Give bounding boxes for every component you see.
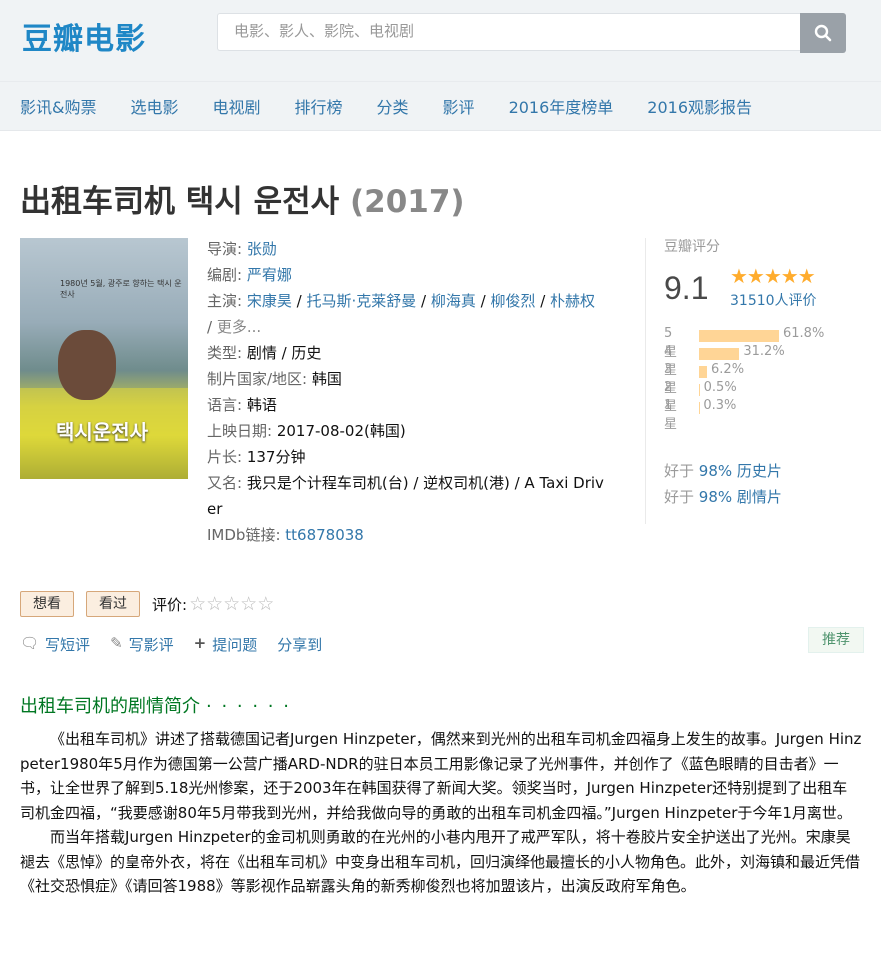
genre-value: 剧情 / 历史 bbox=[246, 344, 322, 362]
director-link[interactable]: 张勋 bbox=[247, 240, 277, 258]
pencil-icon: ✎ bbox=[110, 634, 123, 652]
cast-link[interactable]: 宋康昊 bbox=[247, 292, 292, 310]
summary-paragraph: 而当年搭载Jurgen Hinzpeter的金司机则勇敢的在光州的小巷内甩开了戒… bbox=[20, 828, 861, 895]
nav-reviews[interactable]: 影评 bbox=[443, 94, 475, 118]
country-row: 制片国家/地区: 韩国 bbox=[207, 370, 342, 388]
nav-tv[interactable]: 电视剧 bbox=[213, 94, 261, 118]
cast-link[interactable]: 柳俊烈 bbox=[490, 292, 535, 310]
plus-icon: + bbox=[193, 634, 207, 652]
imdb-link[interactable]: tt6878038 bbox=[285, 526, 364, 544]
director-row: 导演: 张勋 bbox=[207, 240, 277, 258]
rating-bar bbox=[699, 330, 779, 342]
release-row: 上映日期: 2017-08-02(韩国) bbox=[207, 422, 406, 440]
rating-score: 9.1 bbox=[664, 270, 709, 306]
aka-row-cont: er bbox=[207, 496, 627, 522]
rating-percent: 6.2% bbox=[711, 362, 745, 377]
aka-value-cont: er bbox=[207, 500, 223, 518]
nav-chart[interactable]: 排行榜 bbox=[295, 94, 343, 118]
writer-link[interactable]: 严宥娜 bbox=[247, 266, 292, 284]
plot-summary: 《出租车司机》讲述了搭载德国记者Jurgen Hinzpeter，偶然来到光州的… bbox=[20, 727, 862, 899]
runtime-value: 137分钟 bbox=[246, 448, 306, 466]
rating-percent: 0.5% bbox=[703, 380, 737, 395]
cast-more-row: / 更多... bbox=[207, 318, 262, 336]
douban-movie-logo[interactable]: 豆瓣电影 bbox=[22, 14, 146, 58]
release-value: 2017-08-02(韩国) bbox=[276, 422, 406, 440]
movie-title: 出租车司机 택시 운전사 bbox=[20, 184, 340, 220]
seen-button[interactable]: 看过 bbox=[86, 591, 140, 617]
aka-value: 我只是个计程车司机(台) / 逆权司机(港) / A Taxi Driv bbox=[246, 474, 604, 492]
rating-star-label: 1星 bbox=[664, 398, 678, 432]
recommend-button[interactable]: 推荐 bbox=[808, 627, 864, 653]
nav-explore[interactable]: 选电影 bbox=[130, 94, 178, 118]
better-than-row: 好于 98% 历史片 bbox=[664, 462, 782, 480]
main-nav: 影讯&购票 选电影 电视剧 排行榜 分类 影评 2016年度榜单 2016观影报… bbox=[0, 82, 881, 131]
site-header: 豆瓣电影 电影、影人、影院、电视剧 bbox=[0, 0, 881, 82]
imdb-row: IMDb链接: tt6878038 bbox=[207, 526, 364, 544]
runtime-row: 片长: 137分钟 bbox=[207, 448, 306, 466]
search-input[interactable]: 电影、影人、影院、电视剧 bbox=[217, 13, 800, 51]
language-value: 韩语 bbox=[246, 396, 277, 414]
summary-title: 出租车司机的剧情简介 bbox=[20, 696, 200, 717]
secondary-actions: 🗨︎ 写短评 ✎ 写影评 + 提问题 分享到 bbox=[20, 634, 342, 655]
rate-stars-input[interactable]: ☆☆☆☆☆ bbox=[189, 593, 274, 615]
rating-bar bbox=[699, 366, 708, 378]
poster-title: 택시운전사 bbox=[56, 420, 148, 444]
rating-stars-icon: ★★★★★ bbox=[730, 264, 816, 288]
better-than: 好于 98% 历史片 好于 98% 剧情片 bbox=[664, 458, 782, 510]
genre-row: 类型: 剧情 / 历史 bbox=[207, 344, 322, 362]
poster-tagline: 1980년 5월, 광주로 향하는 택시 운전사 bbox=[60, 279, 182, 299]
summary-paragraph: 《出租车司机》讲述了搭载德国记者Jurgen Hinzpeter，偶然来到光州的… bbox=[20, 730, 862, 822]
share-link[interactable]: 分享到 bbox=[277, 634, 322, 655]
better-than-row: 好于 98% 剧情片 bbox=[664, 488, 782, 506]
rating-bar bbox=[699, 348, 740, 360]
cast-link[interactable]: 朴赫权 bbox=[550, 292, 595, 310]
write-review-link[interactable]: 写影评 bbox=[129, 634, 174, 655]
rating-percent: 61.8% bbox=[783, 326, 825, 341]
language-row: 语言: 韩语 bbox=[207, 396, 277, 414]
country-value: 韩国 bbox=[311, 370, 342, 388]
better-than-drama-link[interactable]: 98% 剧情片 bbox=[699, 488, 782, 506]
want-to-see-button[interactable]: 想看 bbox=[20, 591, 74, 617]
nav-showtimes[interactable]: 影讯&购票 bbox=[20, 94, 96, 118]
write-short-review-link[interactable]: 写短评 bbox=[45, 634, 90, 655]
rating-percent: 0.3% bbox=[703, 398, 737, 413]
divider bbox=[645, 238, 646, 524]
search-button[interactable] bbox=[800, 13, 846, 53]
aka-row: 又名: 我只是个计程车司机(台) / 逆权司机(港) / A Taxi Driv bbox=[207, 474, 604, 492]
rating-percent: 31.2% bbox=[743, 344, 785, 359]
cast-link[interactable]: 柳海真 bbox=[431, 292, 476, 310]
comment-icon: 🗨︎ bbox=[20, 634, 40, 652]
nav-report-2016[interactable]: 2016观影报告 bbox=[647, 94, 752, 118]
summary-dots: · · · · · · bbox=[206, 696, 291, 717]
search-icon bbox=[814, 24, 832, 42]
better-than-history-link[interactable]: 98% 历史片 bbox=[699, 462, 782, 480]
nav-annual-2016[interactable]: 2016年度榜单 bbox=[509, 94, 614, 118]
rating-votes-link[interactable]: 31510人评价 bbox=[730, 290, 817, 310]
cast-row: 主演: 宋康昊 / 托马斯·克莱舒曼 / 柳海真 / 柳俊烈 / 朴赫权 bbox=[207, 292, 596, 310]
rating-panel: 豆瓣评分 9.1 ★★★★★ 31510人评价 5星 61.8% 4星 31.2% 3星… bbox=[664, 236, 864, 506]
rating-bar bbox=[699, 384, 700, 396]
cast-more-link[interactable]: 更多... bbox=[217, 318, 261, 336]
poster-actor bbox=[58, 330, 116, 400]
writer-row: 编剧: 严宥娜 bbox=[207, 266, 292, 284]
movie-poster[interactable]: 1980년 5월, 광주로 향하는 택시 운전사 택시운전사 bbox=[20, 238, 188, 479]
movie-year: (2017) bbox=[349, 184, 465, 220]
ask-question-link[interactable]: 提问题 bbox=[212, 634, 257, 655]
rate-label: 评价: bbox=[152, 595, 188, 614]
summary-heading: 出租车司机的剧情简介 · · · · · · bbox=[20, 692, 291, 718]
rating-label: 豆瓣评分 bbox=[664, 239, 720, 255]
cast-link[interactable]: 托马斯·克莱舒曼 bbox=[306, 292, 416, 310]
movie-info: 导演: 张勋 编剧: 严宥娜 主演: 宋康昊 / 托马斯·克莱舒曼 / 柳海真 … bbox=[207, 236, 627, 548]
nav-category[interactable]: 分类 bbox=[377, 94, 409, 118]
page-title: 出租车司机 택시 운전사 (2017) bbox=[20, 176, 465, 221]
action-buttons: 想看 看过 评价: ☆☆☆☆☆ bbox=[20, 591, 274, 617]
